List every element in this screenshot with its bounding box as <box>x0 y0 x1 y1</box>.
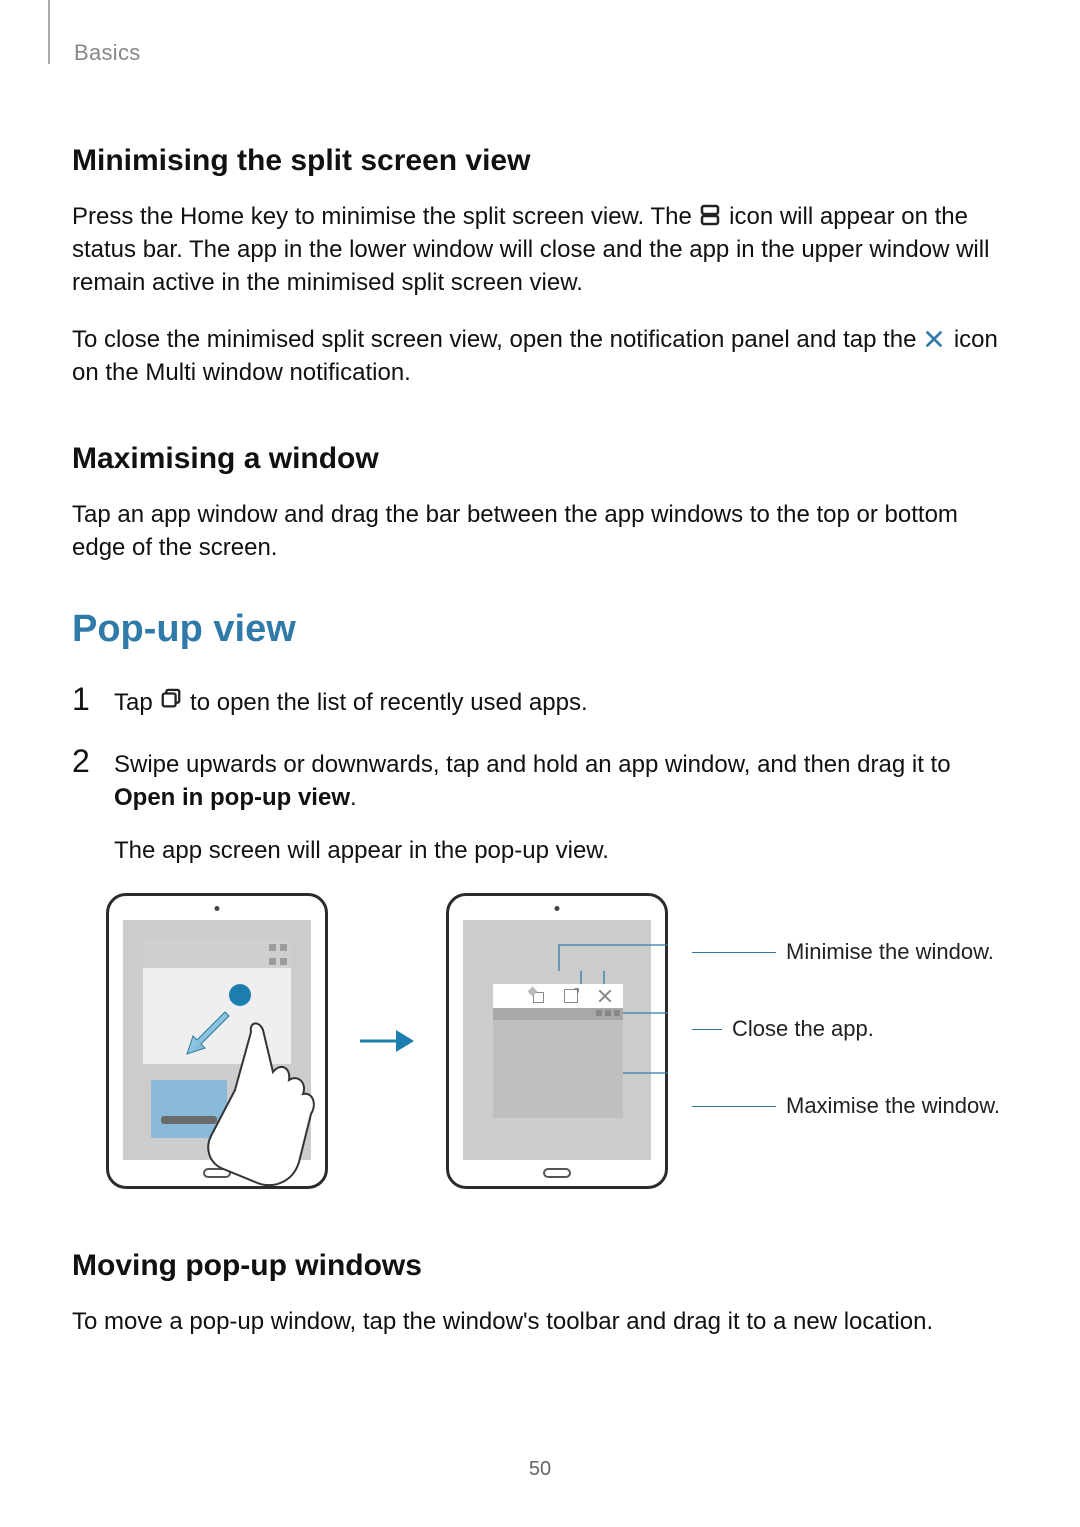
paragraph-minimise-1: Press the Home key to minimise the split… <box>72 200 1008 299</box>
popup-maximise-icon <box>563 988 579 1004</box>
recents-icon <box>159 689 190 716</box>
callout-close: Close the app. <box>692 1016 1000 1042</box>
paragraph-moving-popup: To move a pop-up window, tap the window'… <box>72 1305 1008 1338</box>
popup-close-icon <box>597 988 613 1004</box>
callout-label: Close the app. <box>722 1016 874 1042</box>
close-x-icon <box>923 326 947 350</box>
paragraph-minimise-2: To close the minimised split screen view… <box>72 323 1008 389</box>
text-fragment: . <box>350 784 357 811</box>
illustration-tablet-right <box>446 893 668 1189</box>
text-fragment: Press the Home key to minimise the split… <box>72 203 698 230</box>
breadcrumb: Basics <box>74 40 1008 66</box>
heading-moving-popup: Moving pop-up windows <box>72 1249 1008 1283</box>
text-fragment: to open the list of recently used apps. <box>190 689 588 716</box>
heading-minimising: Minimising the split screen view <box>72 144 1008 178</box>
step-number: 2 <box>72 745 96 867</box>
popup-minimise-icon <box>529 988 545 1004</box>
hand-gesture-icon <box>181 1002 331 1192</box>
illustration-tablet-left <box>106 893 328 1189</box>
heading-popup-view: Pop-up view <box>72 608 1008 651</box>
text-fragment: To close the minimised split screen view… <box>72 326 923 353</box>
page-number: 50 <box>529 1458 551 1481</box>
callout-label: Minimise the window. <box>776 939 994 965</box>
paragraph-maximise: Tap an app window and drag the bar betwe… <box>72 498 1008 564</box>
callout-minimise: Minimise the window. <box>692 939 1000 965</box>
illustration-popup-toolbar <box>493 984 623 1008</box>
transition-arrow-icon <box>358 1024 416 1058</box>
text-fragment: Swipe upwards or downwards, tap and hold… <box>114 751 951 778</box>
illustration-popup-view: Minimise the window. Close the app. Maxi… <box>106 893 1008 1189</box>
step-number: 1 <box>72 683 96 719</box>
step-1: 1 Tap to open the list of recently used … <box>72 683 1008 719</box>
split-screen-icon <box>698 203 722 227</box>
heading-maximising: Maximising a window <box>72 442 1008 476</box>
illustration-popup-window <box>493 1008 623 1118</box>
callout-maximise: Maximise the window. <box>692 1093 1000 1119</box>
callout-label: Maximise the window. <box>776 1093 1000 1119</box>
text-fragment: Tap <box>114 689 159 716</box>
text-bold-open-in-popup: Open in pop-up view <box>114 784 350 811</box>
step-2: 2 Swipe upwards or downwards, tap and ho… <box>72 745 1008 867</box>
step-2-subtext: The app screen will appear in the pop-up… <box>114 834 1008 867</box>
